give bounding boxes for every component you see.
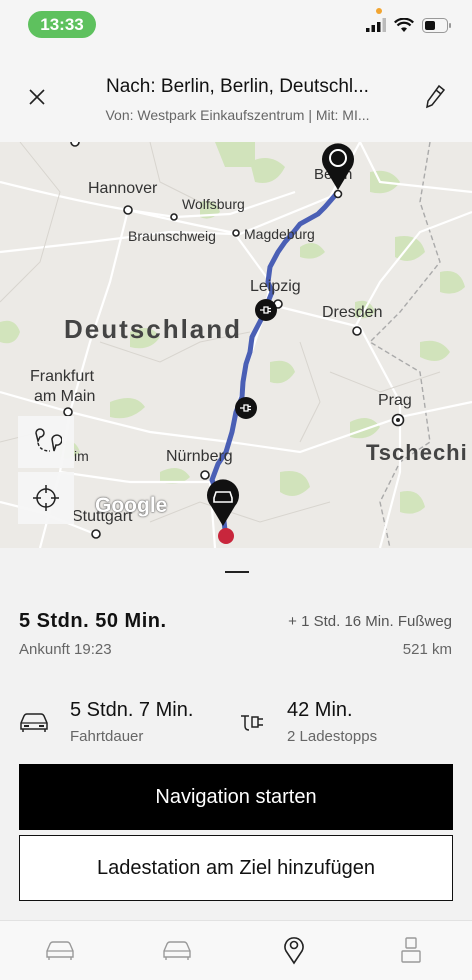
locate-me-button[interactable] xyxy=(18,472,74,524)
map-pin-icon xyxy=(284,937,304,965)
map-label-braunschweig: Braunschweig xyxy=(128,228,216,244)
map-label-dresden: Dresden xyxy=(322,304,383,321)
route-overview-icon xyxy=(35,428,62,452)
map-label-tschechien: Tschechi xyxy=(366,440,468,465)
map-label-deutschland: Deutschland xyxy=(64,314,243,344)
close-button[interactable] xyxy=(22,82,52,112)
walking-time: + 1 Std. 16 Min. Fußweg xyxy=(288,613,452,630)
charging-stops-label: 2 Ladestopps xyxy=(287,728,378,745)
close-icon xyxy=(29,89,45,105)
drive-duration-label: Fahrtdauer xyxy=(70,728,144,745)
route-origin-subtitle: Von: Westpark Einkaufszentrum | Mit: MI.… xyxy=(105,107,370,123)
route-destination-title: Nach: Berlin, Berlin, Deutschl... xyxy=(106,76,369,97)
battery-icon xyxy=(422,17,451,33)
arrival-time: Ankunft 19:23 xyxy=(19,641,112,658)
drive-duration-value: 5 Stdn. 7 Min. xyxy=(70,699,194,721)
bottom-tab-bar xyxy=(0,920,472,980)
charging-stop-icon[interactable] xyxy=(234,396,258,420)
map-label-prag: Prag xyxy=(378,392,412,409)
charging-duration-value: 42 Min. xyxy=(287,699,353,721)
wifi-icon xyxy=(394,17,414,32)
start-navigation-button[interactable]: Navigation starten xyxy=(19,764,453,830)
destination-pin-icon[interactable] xyxy=(320,142,356,192)
sheet-drag-handle[interactable] xyxy=(225,571,249,573)
total-duration: 5 Stdn. 50 Min. xyxy=(19,610,167,632)
status-bar: 13:33 xyxy=(0,0,472,50)
add-charging-station-button[interactable]: Ladestation am Ziel hinzufügen xyxy=(19,835,453,901)
route-overview-button[interactable] xyxy=(18,416,74,468)
edit-route-button[interactable] xyxy=(420,82,450,112)
crosshair-icon xyxy=(33,485,59,511)
vehicle-position-pin-icon[interactable] xyxy=(205,478,241,528)
google-attribution: Google xyxy=(95,494,168,517)
charging-stop-icon[interactable] xyxy=(254,298,278,322)
route-summary-sheet: 5 Stdn. 50 Min. + 1 Std. 16 Min. Fußweg … xyxy=(0,548,472,920)
signal-icon xyxy=(366,18,386,32)
map-label-nuernberg: Nürnberg xyxy=(166,448,233,465)
profile-icon xyxy=(401,937,421,963)
route-map[interactable]: Hannover Wolfsburg Braunschweig Magdebur… xyxy=(0,142,472,548)
map-label-am-main: am Main xyxy=(34,388,96,405)
status-time: 13:33 xyxy=(28,11,96,38)
tab-vehicle[interactable] xyxy=(40,933,80,967)
map-label-leipzig: Leipzig xyxy=(250,278,301,295)
car-icon xyxy=(17,708,51,736)
tab-map[interactable] xyxy=(274,933,314,967)
map-label-wolfsburg: Wolfsburg xyxy=(182,196,245,212)
tab-profile[interactable] xyxy=(391,933,431,967)
map-label-magdeburg: Magdeburg xyxy=(244,226,315,242)
pencil-icon xyxy=(426,84,446,109)
map-label-frankfurt: Frankfurt xyxy=(30,368,95,385)
car-icon xyxy=(163,941,191,960)
car-icon xyxy=(46,941,74,960)
map-label-hannover: Hannover xyxy=(88,180,158,197)
tab-vehicle-status[interactable] xyxy=(157,933,197,967)
start-point-icon xyxy=(218,528,234,544)
charging-plug-icon xyxy=(236,708,270,736)
route-header: Nach: Berlin, Berlin, Deutschl... Von: W… xyxy=(0,50,472,142)
route-distance: 521 km xyxy=(402,641,452,658)
map-label-im: im xyxy=(74,448,89,464)
